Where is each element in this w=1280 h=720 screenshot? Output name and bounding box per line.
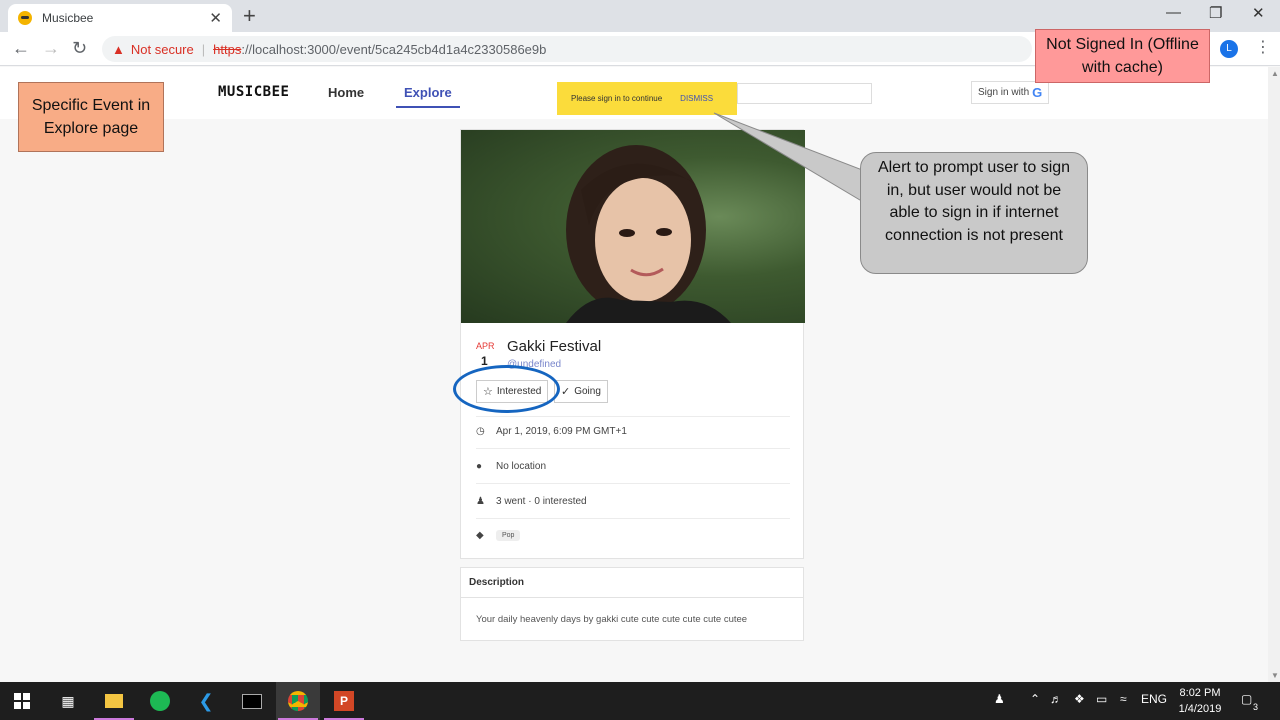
file-explorer-button[interactable]: [92, 682, 136, 720]
brand-logo[interactable]: MUSICBEE: [218, 84, 289, 100]
battery-icon[interactable]: ▭: [1096, 692, 1107, 706]
vscode-icon: ❮: [198, 690, 214, 711]
page-scrollbar[interactable]: ▲ ▼: [1268, 67, 1280, 682]
not-secure-label[interactable]: Not secure: [131, 42, 194, 57]
clock[interactable]: 8:02 PM 1/4/2019: [1170, 685, 1230, 717]
location-pin-icon: ●: [476, 461, 483, 472]
event-tag[interactable]: Pop: [496, 530, 521, 541]
description-heading: Description: [461, 568, 803, 598]
event-datetime-row: ◷ Apr 1, 2019, 6:09 PM GMT+1: [476, 426, 627, 437]
minimize-icon[interactable]: —: [1166, 4, 1181, 21]
address-bar[interactable]: ▲ Not secure | https ://localhost:3000/e…: [102, 36, 1032, 62]
sign-in-label: Sign in with: [978, 87, 1030, 98]
clock-date: 1/4/2019: [1178, 703, 1222, 715]
check-icon: ✓: [561, 386, 571, 398]
task-view-button[interactable]: ▦: [46, 682, 90, 720]
task-view-icon: ▦: [61, 692, 75, 709]
alert-explanation-callout: Alert to prompt user to sign in, but use…: [860, 152, 1088, 274]
divider: [476, 483, 790, 484]
chrome-button[interactable]: [276, 682, 320, 720]
event-location-row: ● No location: [476, 461, 546, 472]
spotify-button[interactable]: [138, 682, 182, 720]
terminal-button[interactable]: [230, 682, 274, 720]
dismiss-button[interactable]: DISMISS: [680, 94, 713, 103]
google-icon: G: [1032, 85, 1043, 100]
close-tab-icon[interactable]: ✕: [209, 9, 222, 27]
chevron-up-icon[interactable]: ⌃: [1030, 692, 1040, 706]
windows-taskbar: ▦ ❮ P ♟ ⌃ ♬ ❖ ▭ ≈ ENG 8:02 PM 1/4/2019 ▢…: [0, 682, 1280, 720]
url-scheme: https: [213, 41, 242, 57]
nav-explore[interactable]: Explore: [396, 85, 460, 108]
person-icon: ♟: [476, 496, 485, 507]
chrome-icon: [288, 691, 308, 711]
language-indicator[interactable]: ENG: [1141, 692, 1167, 706]
event-tags-row: ◆ Pop: [476, 530, 521, 541]
notification-count: 3: [1253, 702, 1259, 712]
event-title: Gakki Festival: [507, 338, 602, 355]
restore-icon[interactable]: ❐: [1209, 4, 1222, 22]
volume-icon[interactable]: ♬: [1050, 692, 1062, 706]
scroll-up-icon[interactable]: ▲: [1271, 69, 1279, 78]
powerpoint-icon: P: [334, 691, 354, 711]
url-path: ://localhost:3000/event/5ca245cb4d1a4c23…: [241, 41, 547, 57]
portrait-image: [566, 145, 731, 323]
close-window-icon[interactable]: ✕: [1252, 4, 1265, 22]
tag-icon: ◆: [476, 530, 484, 541]
event-attendance-row: ♟ 3 went · 0 interested: [476, 496, 587, 507]
wifi-icon[interactable]: ≈: [1120, 692, 1127, 706]
clock-icon: ◷: [476, 426, 485, 437]
new-tab-button[interactable]: +: [243, 4, 256, 28]
vscode-button[interactable]: ❮: [184, 682, 228, 720]
menu-kebab-icon[interactable]: ⋮: [1255, 37, 1271, 57]
search-input[interactable]: [737, 83, 872, 104]
musicbee-favicon-icon: [18, 11, 32, 25]
spotify-icon: [150, 691, 170, 711]
event-card: APR 1 Gakki Festival @undefined ☆ Intere…: [460, 129, 805, 559]
divider: [476, 518, 790, 519]
nav-home[interactable]: Home: [328, 85, 364, 100]
profile-avatar[interactable]: L: [1220, 40, 1238, 58]
notifications-icon[interactable]: ▢: [1241, 692, 1252, 706]
going-label: Going: [574, 386, 601, 397]
description-body: Your daily heavenly days by gakki cute c…: [476, 614, 748, 625]
browser-tab-bar: Musicbee ✕ + — ❐ ✕: [0, 0, 1280, 32]
sign-in-with-google-button[interactable]: Sign in with G: [971, 81, 1050, 104]
signed-status-note: Not Signed In (Offline with cache): [1035, 29, 1210, 83]
back-icon[interactable]: ←: [12, 38, 30, 59]
event-datetime: Apr 1, 2019, 6:09 PM GMT+1: [496, 426, 627, 437]
snackbar-message: Please sign in to continue: [571, 94, 663, 103]
browser-tab[interactable]: Musicbee ✕: [8, 4, 232, 32]
separator: |: [201, 41, 206, 57]
forward-icon[interactable]: →: [42, 38, 60, 59]
sign-in-snackbar: Please sign in to continue DISMISS: [557, 82, 737, 115]
clock-time: 8:02 PM: [1179, 687, 1221, 699]
reload-icon[interactable]: ↻: [72, 38, 87, 59]
terminal-icon: [242, 693, 262, 709]
powerpoint-button[interactable]: P: [322, 682, 366, 720]
people-icon[interactable]: ♟: [994, 692, 1005, 706]
description-card: Description Your daily heavenly days by …: [460, 567, 804, 641]
event-attendance: 3 went · 0 interested: [496, 496, 587, 507]
tab-title: Musicbee: [42, 11, 94, 25]
divider: [476, 416, 790, 417]
folder-icon: [105, 694, 123, 708]
divider: [476, 448, 790, 449]
event-page-note: Specific Event in Explore page: [18, 82, 164, 152]
scroll-down-icon[interactable]: ▼: [1271, 671, 1279, 680]
dropbox-icon[interactable]: ❖: [1074, 692, 1085, 706]
event-photo: [461, 130, 805, 323]
going-button[interactable]: ✓ Going: [554, 380, 608, 403]
windows-logo-icon: [14, 693, 30, 709]
warning-icon: ▲: [112, 41, 125, 57]
interested-highlight-ring: [453, 365, 560, 413]
start-button[interactable]: [0, 682, 44, 720]
event-month: APR: [476, 341, 495, 351]
event-location: No location: [496, 461, 547, 472]
